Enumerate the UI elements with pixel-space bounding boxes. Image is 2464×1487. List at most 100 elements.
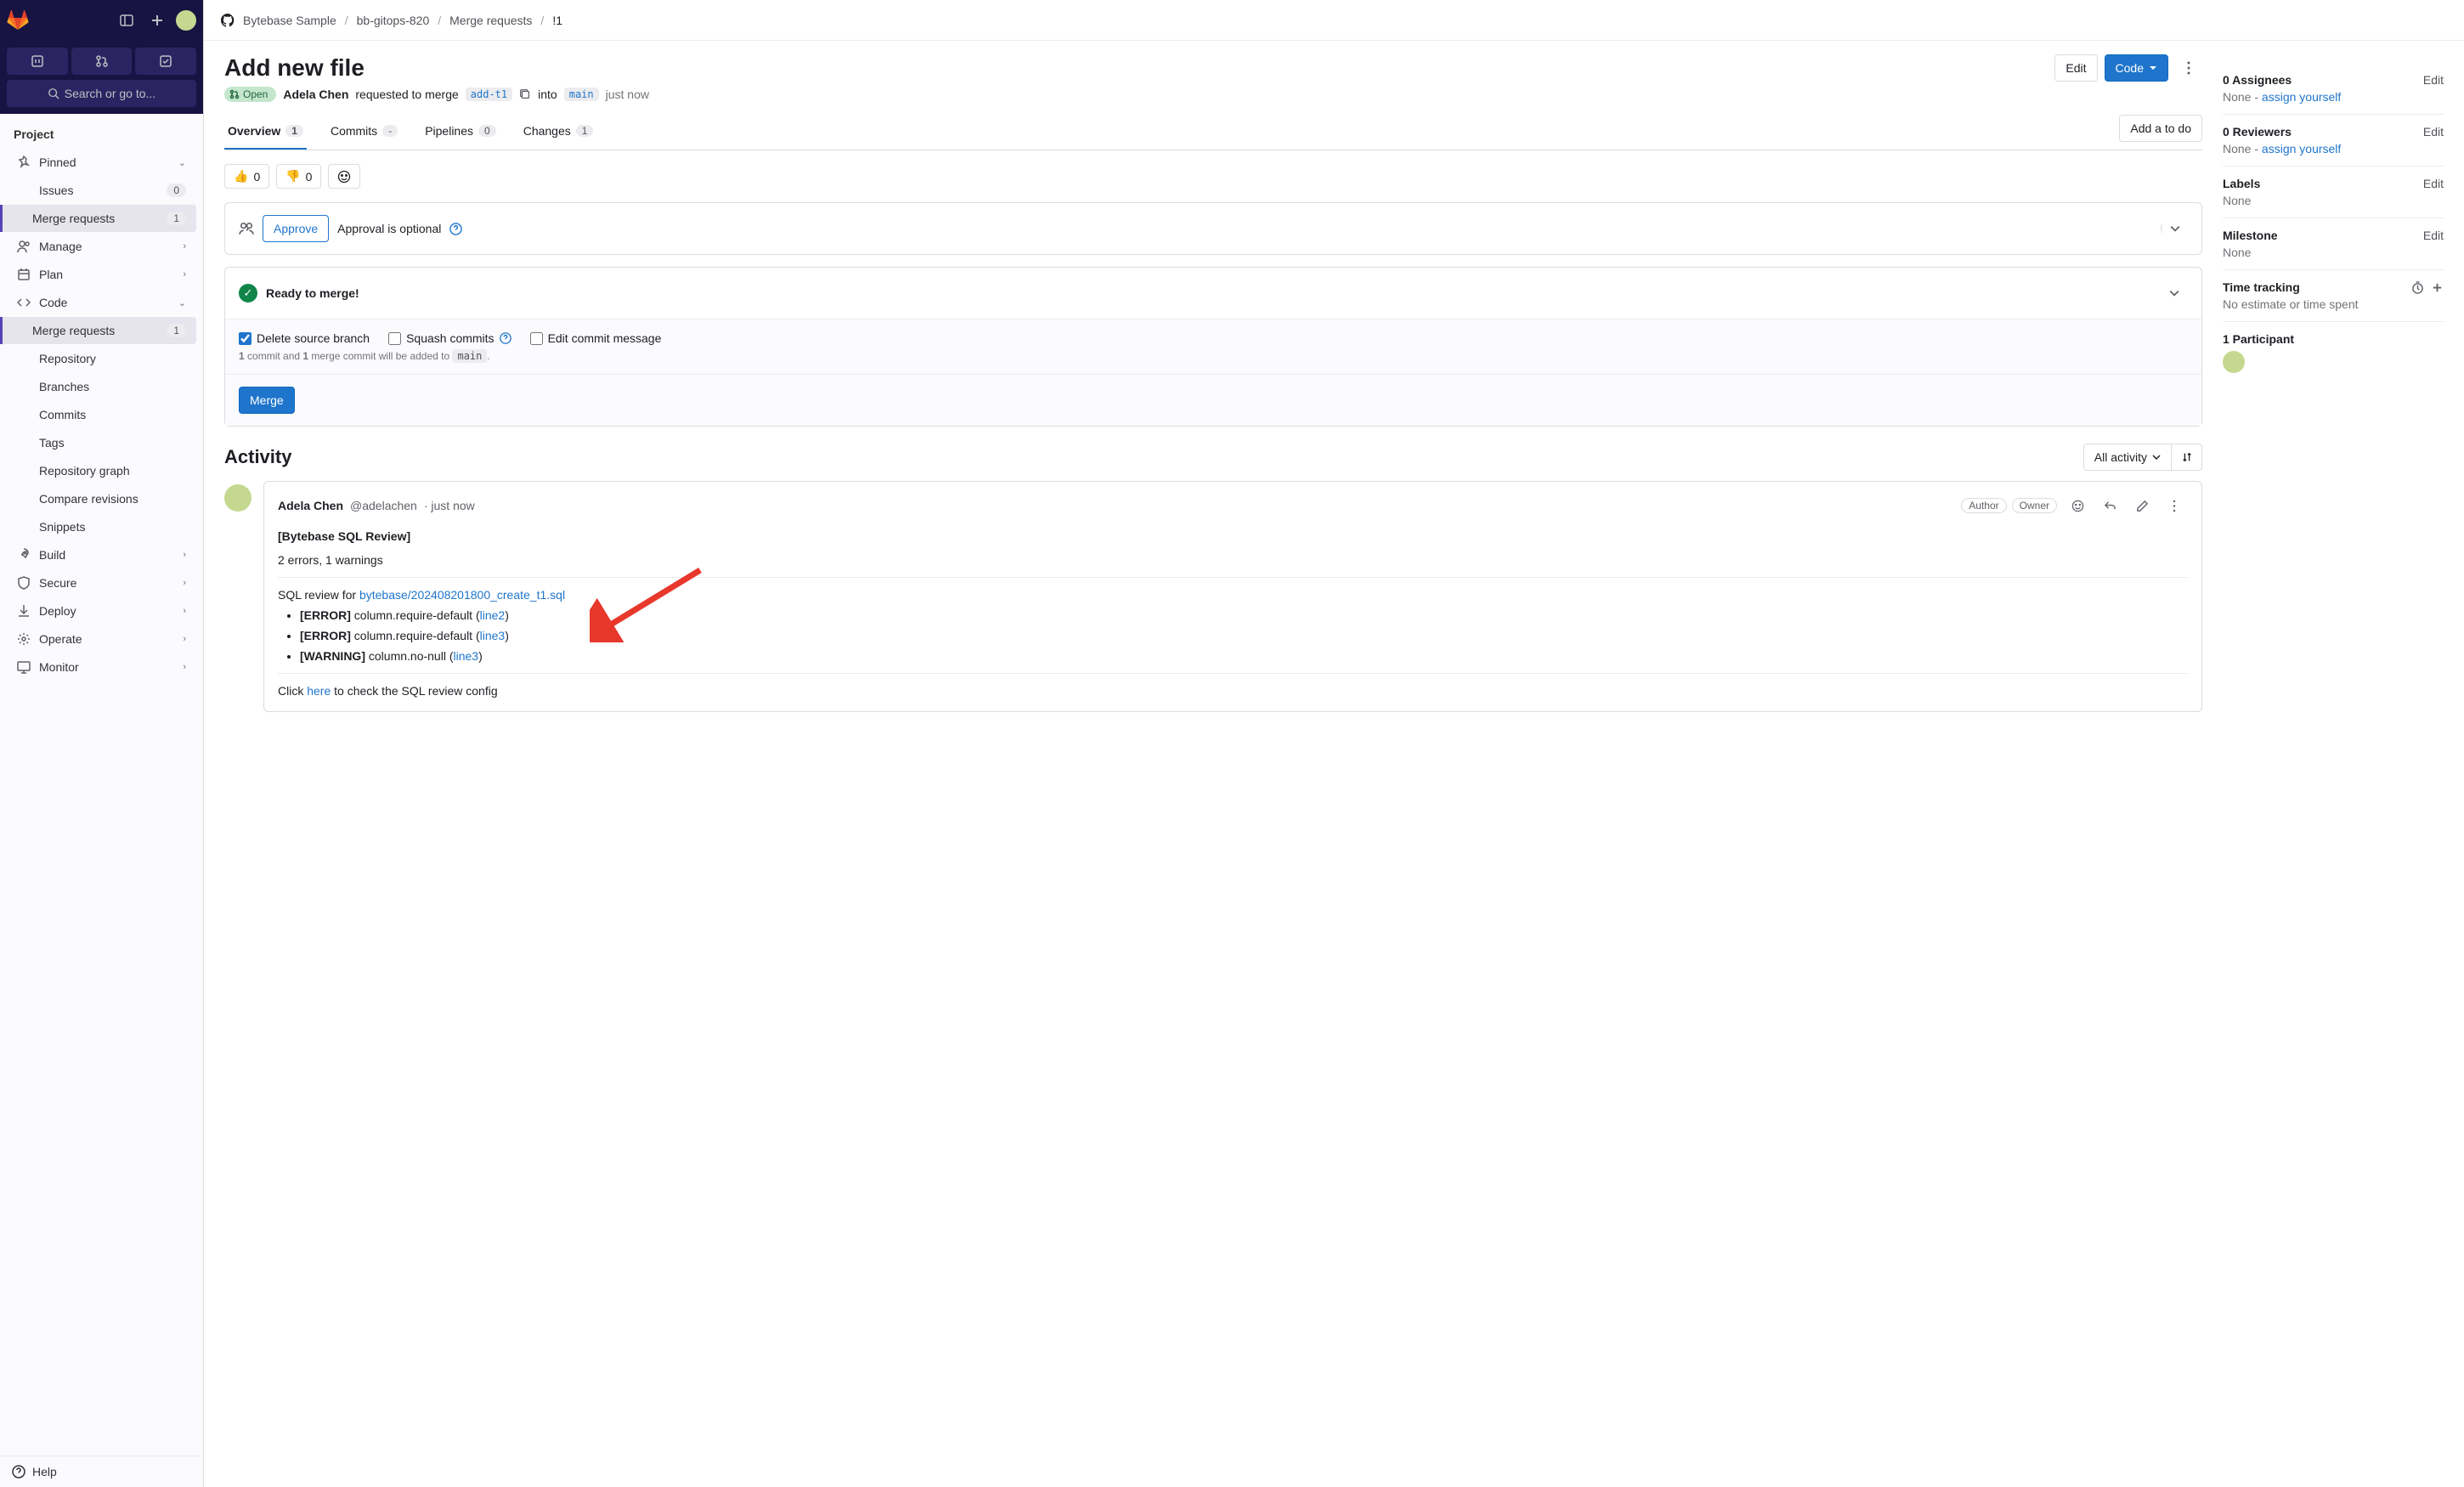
ready-to-merge-label: Ready to merge!	[266, 286, 359, 300]
delete-source-branch-checkbox[interactable]: Delete source branch	[239, 331, 370, 345]
plus-icon[interactable]	[2431, 281, 2444, 294]
tab-pipelines[interactable]: Pipelines0	[421, 114, 500, 150]
sidebar-item-repo-graph[interactable]: Repository graph	[7, 457, 196, 484]
merge-request-shortcut-icon[interactable]	[71, 48, 133, 75]
code-dropdown-button[interactable]: Code	[2105, 54, 2168, 82]
mr-sidebar: 0 AssigneesEdit None - assign yourself 0…	[2223, 54, 2444, 712]
tab-overview[interactable]: Overview1	[224, 114, 307, 150]
note-menu-button[interactable]	[2161, 492, 2188, 519]
gitlab-logo-icon[interactable]	[7, 10, 29, 31]
status-badge: Open	[224, 87, 276, 102]
edit-link[interactable]: Edit	[2423, 125, 2444, 139]
add-reaction-button[interactable]	[2064, 492, 2091, 519]
thumbs-up-button[interactable]: 👍0	[224, 164, 269, 189]
sidebar: Search or go to... Project Pinned ⌄ Issu…	[0, 0, 204, 1487]
sidebar-item-deploy[interactable]: Deploy ›	[7, 597, 196, 625]
sort-direction-button[interactable]	[2172, 444, 2202, 471]
collapse-toggle[interactable]	[2161, 223, 2188, 234]
kebab-menu-icon[interactable]	[2175, 54, 2202, 82]
review-file-link[interactable]: bytebase/202408201800_create_t1.sql	[359, 588, 565, 602]
chevron-down-icon	[2149, 64, 2157, 72]
edit-link[interactable]: Edit	[2423, 73, 2444, 87]
sidebar-item-build[interactable]: Build ›	[7, 541, 196, 568]
sidebar-item-compare[interactable]: Compare revisions	[7, 485, 196, 512]
issue-item: [ERROR] column.require-default (line2)	[300, 608, 2188, 622]
sidebar-item-merge-requests-pinned[interactable]: Merge requests 1	[0, 205, 196, 232]
sidebar-item-commits[interactable]: Commits	[7, 401, 196, 428]
approve-button[interactable]: Approve	[263, 215, 329, 242]
todo-shortcut-icon[interactable]	[135, 48, 196, 75]
user-avatar[interactable]	[176, 10, 196, 31]
sidebar-item-label: Deploy	[39, 604, 76, 618]
breadcrumb-link[interactable]: Merge requests	[449, 14, 532, 27]
sidebar-item-label: Repository graph	[39, 464, 130, 478]
config-here-link[interactable]: here	[307, 684, 331, 698]
chevron-down-icon	[2169, 288, 2179, 298]
squash-commits-checkbox[interactable]: Squash commits	[388, 331, 511, 345]
sidebar-item-operate[interactable]: Operate ›	[7, 625, 196, 653]
sidebar-item-label: Monitor	[39, 660, 79, 674]
sidebar-item-label: Snippets	[39, 520, 85, 534]
sidebar-item-issues[interactable]: Issues 0	[7, 177, 196, 204]
calendar-icon	[17, 268, 31, 281]
approvers-icon[interactable]	[239, 221, 254, 236]
sidebar-item-manage[interactable]: Manage ›	[7, 233, 196, 260]
collapse-toggle[interactable]	[2161, 280, 2188, 307]
line-link[interactable]: line3	[480, 629, 506, 642]
sidebar-item-label: Repository	[39, 352, 96, 365]
reply-button[interactable]	[2096, 492, 2123, 519]
add-reaction-button[interactable]	[328, 164, 360, 189]
edit-note-button[interactable]	[2128, 492, 2156, 519]
sidebar-item-secure[interactable]: Secure ›	[7, 569, 196, 596]
panel-toggle-icon[interactable]	[115, 8, 138, 32]
thumbs-down-button[interactable]: 👎0	[276, 164, 321, 189]
breadcrumb-link[interactable]: Bytebase Sample	[243, 14, 336, 27]
chevron-right-icon: ›	[183, 241, 186, 252]
sidebar-item-label: Build	[39, 548, 65, 562]
sidebar-item-tags[interactable]: Tags	[7, 429, 196, 456]
note-author[interactable]: Adela Chen	[278, 499, 343, 512]
src-branch[interactable]: add-t1	[466, 88, 512, 101]
note-author-avatar[interactable]	[224, 484, 251, 512]
edit-link[interactable]: Edit	[2423, 177, 2444, 190]
edit-button[interactable]: Edit	[2054, 54, 2097, 82]
merge-button[interactable]: Merge	[239, 387, 295, 414]
sort-icon	[2181, 451, 2193, 463]
dst-branch[interactable]: main	[564, 88, 599, 101]
line-link[interactable]: line2	[480, 608, 506, 622]
timer-icon[interactable]	[2411, 281, 2424, 294]
edit-commit-msg-checkbox[interactable]: Edit commit message	[530, 331, 662, 345]
sidebar-item-monitor[interactable]: Monitor ›	[7, 653, 196, 681]
sidebar-item-branches[interactable]: Branches	[7, 373, 196, 400]
tab-commits[interactable]: Commits-	[327, 114, 401, 150]
assigned-mr-icon[interactable]	[7, 48, 68, 75]
sidebar-item-plan[interactable]: Plan ›	[7, 261, 196, 288]
project-heading[interactable]: Project	[0, 121, 203, 148]
breadcrumb-link[interactable]: bb-gitops-820	[357, 14, 430, 27]
participant-avatar[interactable]	[2223, 351, 2245, 373]
sidebar-item-merge-requests[interactable]: Merge requests 1	[0, 317, 196, 344]
chevron-right-icon: ›	[183, 606, 186, 616]
edit-link[interactable]: Edit	[2423, 229, 2444, 242]
sidebar-item-code[interactable]: Code ⌄	[7, 289, 196, 316]
copy-icon[interactable]	[519, 88, 531, 100]
help-link[interactable]: Help	[0, 1456, 203, 1487]
sidebar-pinned-header[interactable]: Pinned ⌄	[7, 149, 196, 176]
add-todo-button[interactable]: Add a to do	[2119, 115, 2202, 142]
sidebar-item-snippets[interactable]: Snippets	[7, 513, 196, 540]
help-circle-icon[interactable]	[500, 332, 511, 344]
breadcrumb: Bytebase Sample / bb-gitops-820 / Merge …	[204, 0, 2464, 41]
assign-yourself-link[interactable]: assign yourself	[2262, 90, 2341, 104]
plus-icon[interactable]	[145, 8, 169, 32]
activity-filter-dropdown[interactable]: All activity	[2083, 444, 2172, 471]
merge-request-icon	[229, 89, 240, 99]
search-input[interactable]: Search or go to...	[7, 80, 196, 107]
help-icon	[12, 1465, 25, 1479]
line-link[interactable]: line3	[454, 649, 479, 663]
note-handle[interactable]: @adelachen	[350, 499, 417, 512]
help-circle-icon[interactable]	[449, 223, 462, 235]
assign-yourself-link[interactable]: assign yourself	[2262, 142, 2341, 155]
author-name[interactable]: Adela Chen	[283, 88, 348, 101]
tab-changes[interactable]: Changes1	[520, 114, 597, 150]
sidebar-item-repository[interactable]: Repository	[7, 345, 196, 372]
